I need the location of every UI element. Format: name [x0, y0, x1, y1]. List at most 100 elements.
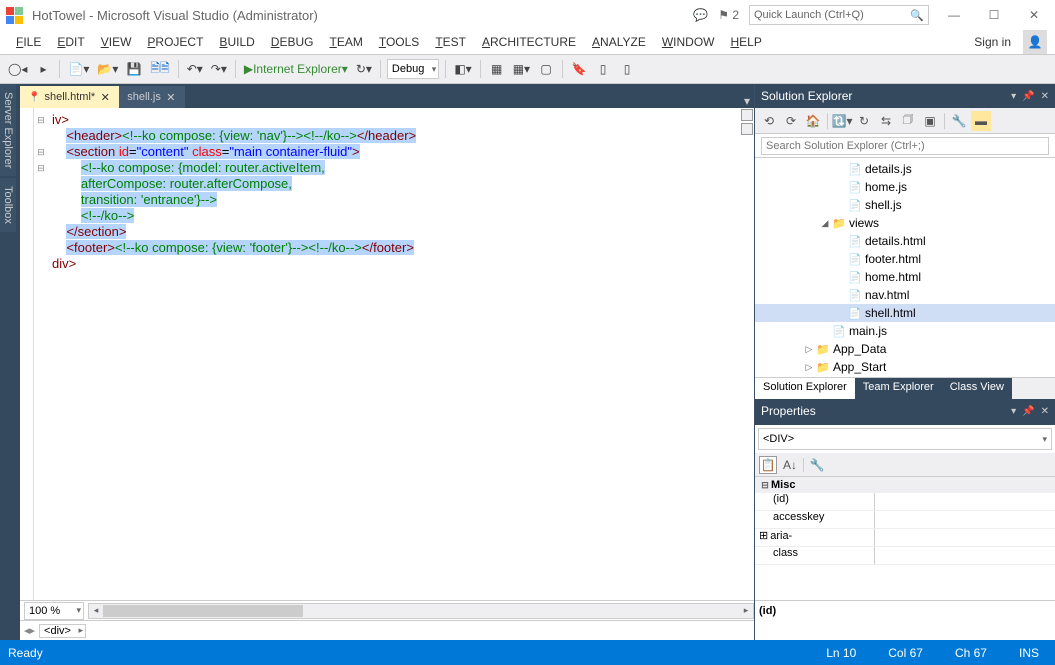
menu-test[interactable]: TEST — [427, 33, 474, 51]
panel-pin-button[interactable]: 📌 — [1022, 406, 1034, 417]
toolbar-button-6[interactable]: ▯ — [617, 58, 637, 80]
tree-node[interactable]: ▷📁App_Data — [755, 340, 1055, 358]
toolbar-button-5[interactable]: ▯ — [593, 58, 613, 80]
zoom-dropdown[interactable]: 100 % — [24, 602, 84, 620]
editor-split-buttons[interactable] — [740, 108, 754, 136]
tab-team-explorer[interactable]: Team Explorer — [855, 378, 942, 399]
toolbar-button-1[interactable]: ◧▾ — [452, 58, 473, 80]
document-tab[interactable]: shell.js✕ — [119, 86, 185, 108]
props-alpha-button[interactable]: A↓ — [781, 456, 799, 474]
scroll-right-arrow[interactable]: ▸ — [739, 604, 753, 618]
save-button[interactable]: 💾 — [124, 58, 144, 80]
new-project-button[interactable]: 📄▾ — [66, 58, 91, 80]
tree-node[interactable]: ◢📁views — [755, 214, 1055, 232]
panel-menu-button[interactable]: ▾ — [1011, 406, 1016, 417]
tab-close-icon[interactable]: ✕ — [165, 91, 177, 104]
menu-architecture[interactable]: ARCHITECTURE — [474, 33, 584, 51]
nav-back-button[interactable]: ◯◂ — [6, 58, 29, 80]
minimize-button[interactable]: — — [939, 5, 969, 25]
property-row[interactable]: (id) — [755, 493, 1055, 511]
document-tab[interactable]: 📍shell.html*✕ — [20, 86, 119, 108]
tab-overflow-button[interactable]: ▾ — [740, 94, 754, 108]
menu-team[interactable]: TEAM — [321, 33, 370, 51]
config-dropdown[interactable]: Debug — [387, 59, 439, 79]
props-pages-button[interactable]: 🔧 — [808, 456, 826, 474]
solution-tree[interactable]: 📄details.js📄home.js📄shell.js◢📁views📄deta… — [755, 158, 1055, 377]
sign-in-link[interactable]: Sign in — [966, 33, 1019, 51]
se-preview-button[interactable]: ▣ — [920, 111, 940, 131]
props-category[interactable]: ⊟Misc — [755, 477, 1055, 493]
panel-pin-button[interactable]: 📌 — [1022, 91, 1034, 102]
menu-build[interactable]: BUILD — [211, 33, 262, 51]
tab-solution-explorer[interactable]: Solution Explorer — [755, 378, 855, 399]
tree-node[interactable]: 📄home.html — [755, 268, 1055, 286]
breadcrumb-item[interactable]: <div> — [39, 624, 86, 638]
tree-node[interactable]: 📄details.html — [755, 232, 1055, 250]
horizontal-scrollbar[interactable]: ◂ ▸ — [88, 603, 754, 619]
se-collapse-button[interactable]: ⇆ — [876, 111, 896, 131]
tree-node[interactable]: 📄details.js — [755, 160, 1055, 178]
menu-window[interactable]: WINDOW — [654, 33, 723, 51]
menu-help[interactable]: HELP — [722, 33, 769, 51]
menu-view[interactable]: VIEW — [93, 33, 140, 51]
outline-gutter[interactable]: ⊟⊟⊟ — [34, 108, 48, 600]
side-tab-toolbox[interactable]: Toolbox — [0, 178, 16, 232]
menu-project[interactable]: PROJECT — [139, 33, 211, 51]
scroll-thumb[interactable] — [103, 605, 303, 617]
open-file-button[interactable]: 📂▾ — [95, 58, 120, 80]
code-content[interactable]: iv> <header><!--ko compose: {view: 'nav'… — [48, 108, 754, 600]
breadcrumb-nav-left[interactable]: ◂▸ — [24, 624, 35, 637]
toolbar-button-4[interactable]: ▢ — [536, 58, 556, 80]
property-row[interactable]: ⊞aria- — [755, 529, 1055, 547]
pin-icon[interactable]: 📍 — [28, 92, 40, 103]
menu-file[interactable]: FILE — [8, 33, 49, 51]
toolbar-button-2[interactable]: ▦ — [487, 58, 507, 80]
tree-node[interactable]: ▷📁App_Start — [755, 358, 1055, 376]
se-view-button[interactable]: ▬ — [971, 111, 991, 131]
menu-edit[interactable]: EDIT — [49, 33, 92, 51]
se-forward-button[interactable]: ⟳ — [781, 111, 801, 131]
tree-node[interactable]: 📄shell.js — [755, 196, 1055, 214]
se-back-button[interactable]: ⟲ — [759, 111, 779, 131]
notifications-flag-icon[interactable]: ⚑ 2 — [718, 8, 739, 22]
solution-explorer-search-input[interactable] — [761, 137, 1049, 155]
browser-refresh-button[interactable]: ↻▾ — [354, 58, 374, 80]
panel-close-button[interactable]: ✕ — [1041, 406, 1049, 417]
se-showall-button[interactable]: 🗇 — [898, 111, 918, 131]
avatar-icon[interactable]: 👤 — [1023, 30, 1047, 54]
se-home-button[interactable]: 🏠 — [803, 111, 823, 131]
scroll-left-arrow[interactable]: ◂ — [89, 604, 103, 618]
properties-grid[interactable]: ⊟Misc (id)accesskey⊞aria-class — [755, 477, 1055, 600]
search-icon[interactable]: 🔍 — [910, 9, 924, 22]
tree-node[interactable]: 📄home.js — [755, 178, 1055, 196]
run-button[interactable]: ▶ Internet Explorer ▾ — [242, 58, 350, 80]
se-properties-button[interactable]: 🔧 — [949, 111, 969, 131]
feedback-icon[interactable]: 💬 — [693, 8, 708, 22]
tab-close-icon[interactable]: ✕ — [99, 91, 111, 104]
tree-node[interactable]: 📄main.js — [755, 322, 1055, 340]
close-button[interactable]: ✕ — [1019, 5, 1049, 25]
tree-node[interactable]: 📄nav.html — [755, 286, 1055, 304]
menu-tools[interactable]: TOOLS — [371, 33, 427, 51]
se-refresh-button[interactable]: ↻ — [854, 111, 874, 131]
tree-node[interactable]: 📄shell.html — [755, 304, 1055, 322]
undo-button[interactable]: ↶▾ — [185, 58, 205, 80]
menu-debug[interactable]: DEBUG — [263, 33, 322, 51]
menu-analyze[interactable]: ANALYZE — [584, 33, 654, 51]
save-all-button[interactable]: 🗎🗎 — [148, 58, 171, 80]
maximize-button[interactable]: ☐ — [979, 5, 1009, 25]
code-editor[interactable]: ⊟⊟⊟ iv> <header><!--ko compose: {view: '… — [20, 108, 754, 600]
quick-launch-input[interactable]: Quick Launch (Ctrl+Q)🔍 — [749, 5, 929, 25]
property-row[interactable]: accesskey — [755, 511, 1055, 529]
tab-class-view[interactable]: Class View — [942, 378, 1012, 399]
props-categorized-button[interactable]: 📋 — [759, 456, 777, 474]
bookmark-button[interactable]: 🔖 — [569, 58, 589, 80]
toolbar-button-3[interactable]: ▦▾ — [511, 58, 532, 80]
side-tab-server-explorer[interactable]: Server Explorer — [0, 84, 16, 176]
panel-menu-button[interactable]: ▾ — [1011, 91, 1016, 102]
property-row[interactable]: class — [755, 547, 1055, 565]
properties-selection-dropdown[interactable]: <DIV> — [758, 428, 1052, 450]
panel-close-button[interactable]: ✕ — [1041, 91, 1049, 102]
nav-forward-button[interactable]: ▸ — [33, 58, 53, 80]
tree-node[interactable]: 📄footer.html — [755, 250, 1055, 268]
